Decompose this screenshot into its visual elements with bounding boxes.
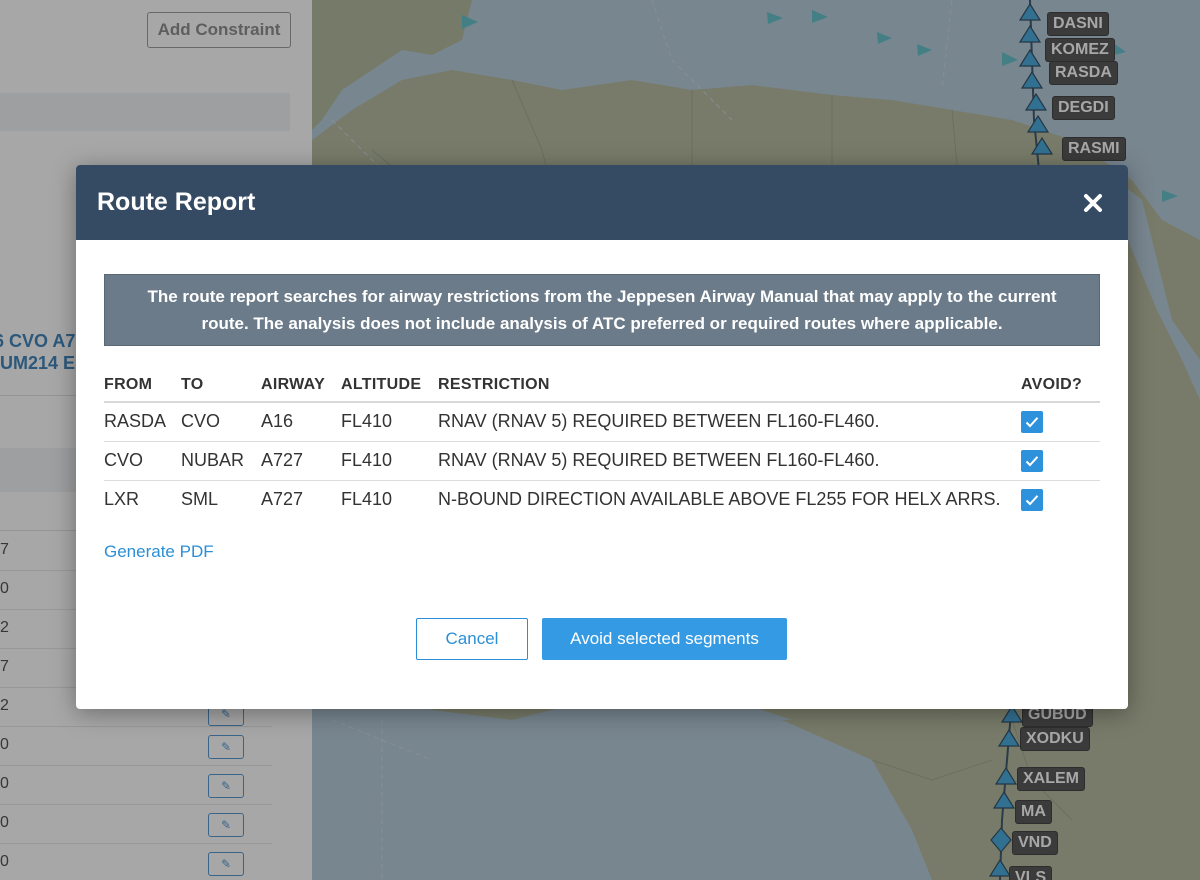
avoid-checkbox[interactable]	[1021, 449, 1043, 472]
check-icon	[1025, 494, 1039, 506]
col-header-airway: AIRWAY	[261, 368, 341, 403]
cell-restriction: N-BOUND DIRECTION AVAILABLE ABOVE FL255 …	[438, 489, 1001, 510]
table-row: RASDA CVO A16 FL410 RNAV (RNAV 5) REQUIR…	[104, 402, 1100, 442]
cell-from: CVO	[104, 441, 181, 481]
cell-to: CVO	[181, 402, 261, 442]
cell-restriction: RNAV (RNAV 5) REQUIRED BETWEEN FL160-FL4…	[438, 441, 1021, 481]
cancel-button[interactable]: Cancel	[416, 618, 528, 660]
col-header-avoid: AVOID?	[1021, 368, 1100, 403]
cell-altitude: FL410	[341, 489, 393, 510]
cell-altitude: FL410	[341, 441, 438, 481]
restrictions-table: FROM TO AIRWAY ALTITUDE RESTRICTION AVOI…	[104, 368, 1100, 519]
cell-airway: A727	[261, 441, 341, 481]
col-header-to: TO	[181, 368, 261, 403]
avoid-selected-segments-button[interactable]: Avoid selected segments	[542, 618, 787, 660]
table-row: LXR SML A727 FL410 N-BOUND DIRECTION AVA…	[104, 480, 1100, 519]
close-icon	[1084, 193, 1102, 212]
cell-restriction: RNAV (RNAV 5) REQUIRED BETWEEN FL160-FL4…	[438, 402, 1021, 442]
generate-pdf-link[interactable]: Generate PDF	[104, 542, 214, 562]
avoid-checkbox[interactable]	[1021, 488, 1043, 511]
table-header-row: FROM TO AIRWAY ALTITUDE RESTRICTION AVOI…	[104, 368, 1100, 403]
cell-avoid	[1021, 480, 1100, 519]
cell-to: SML	[181, 489, 219, 510]
col-header-restriction: RESTRICTION	[438, 368, 1021, 403]
cell-from: RASDA	[104, 402, 181, 442]
table-row: CVO NUBAR A727 FL410 RNAV (RNAV 5) REQUI…	[104, 441, 1100, 481]
col-header-from: FROM	[104, 368, 181, 403]
cell-to: NUBAR	[181, 441, 261, 481]
check-icon	[1025, 416, 1039, 428]
info-notice: The route report searches for airway res…	[104, 274, 1100, 346]
col-header-altitude: ALTITUDE	[341, 368, 438, 403]
cell-airway: A16	[261, 402, 341, 442]
avoid-checkbox[interactable]	[1021, 410, 1043, 433]
cell-avoid	[1021, 441, 1100, 481]
close-button[interactable]	[1078, 188, 1108, 218]
route-report-modal: Route Report The route report searches f…	[76, 165, 1128, 709]
modal-header: Route Report	[76, 165, 1128, 240]
cell-from: LXR	[104, 489, 140, 510]
cell-airway: A727	[261, 489, 304, 510]
check-icon	[1025, 455, 1039, 466]
cell-avoid	[1021, 402, 1100, 442]
modal-title: Route Report	[97, 188, 256, 216]
cell-altitude: FL410	[341, 402, 438, 442]
